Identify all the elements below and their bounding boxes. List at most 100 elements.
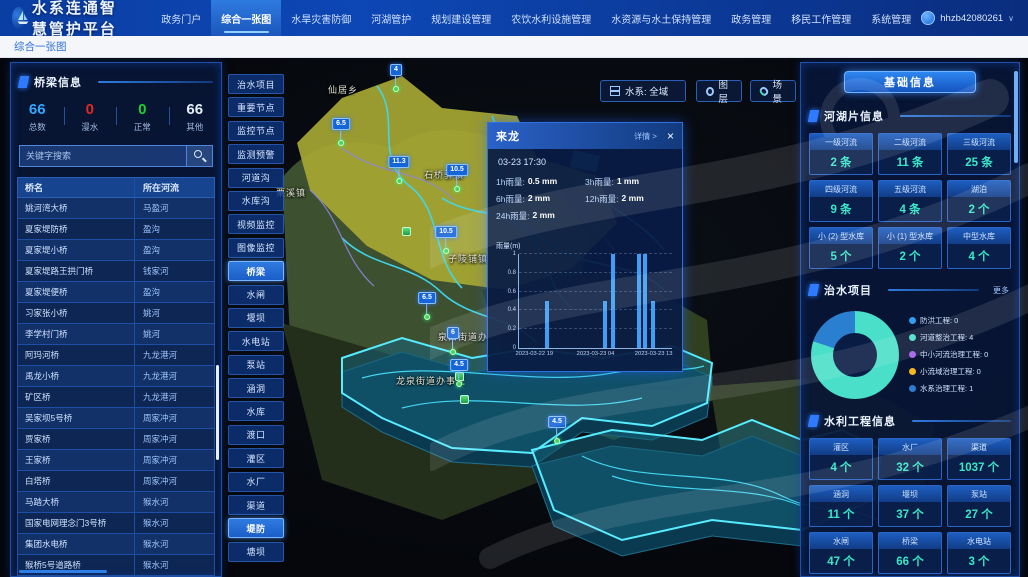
search-input[interactable]	[19, 145, 187, 167]
layer-item-灌区[interactable]: 灌区	[228, 448, 284, 468]
map-control-水系: 全域[interactable]: 水系: 全域	[600, 80, 686, 102]
table-row[interactable]: 禹龙小桥九龙港河	[17, 366, 215, 387]
river-card-四级河流[interactable]: 四级河流9 条	[809, 180, 873, 222]
layer-item-监控节点[interactable]: 监控节点	[228, 121, 284, 141]
layer-item-水闸[interactable]: 水闸	[228, 285, 284, 305]
map-control-图层[interactable]: 图层	[696, 80, 742, 102]
layer-item-重要节点[interactable]: 重要节点	[228, 97, 284, 117]
river-card-小 (1) 型水库[interactable]: 小 (1) 型水库2 个	[878, 227, 942, 269]
layer-item-水库沟[interactable]: 水库沟	[228, 191, 284, 211]
table-row[interactable]: 夏家堤路王拱门桥钱家河	[17, 261, 215, 282]
table-row[interactable]: 吴家坝5号桥周家冲河	[17, 408, 215, 429]
works-card-泵站[interactable]: 泵站27 个	[947, 485, 1011, 527]
river-card-湖泊[interactable]: 湖泊2 个	[947, 180, 1011, 222]
river-card-三级河流[interactable]: 三级河流25 条	[947, 133, 1011, 175]
layer-item-河道沟[interactable]: 河道沟	[228, 168, 284, 188]
search-button[interactable]	[187, 145, 213, 167]
river-card-五级河流[interactable]: 五级河流4 条	[878, 180, 942, 222]
layer-item-图像监控[interactable]: 图像监控	[228, 238, 284, 258]
layer-item-桥梁[interactable]: 桥梁	[228, 261, 284, 281]
nav-item-政务管理[interactable]: 政务管理	[721, 0, 781, 36]
popup-detail-link[interactable]: 详情 >	[634, 131, 657, 142]
layer-item-水厂[interactable]: 水厂	[228, 472, 284, 492]
water-level-marker[interactable]: 6.5	[418, 286, 436, 320]
table-row[interactable]: 夏家堤便桥盈沟	[17, 282, 215, 303]
layer-item-渡口[interactable]: 渡口	[228, 425, 284, 445]
table-row[interactable]: 夏家堤防桥盈沟	[17, 219, 215, 240]
nav-item-河湖管护[interactable]: 河湖管护	[361, 0, 421, 36]
nav-item-水资源与水土保持管理[interactable]: 水资源与水土保持管理	[601, 0, 721, 36]
card-label: 堰坝	[879, 486, 941, 502]
metric-label: 24h雨量:	[496, 210, 530, 222]
layer-item-堤防[interactable]: 堤防	[228, 518, 284, 538]
map-control-场景[interactable]: 场景	[750, 80, 796, 102]
panel-scrollbar[interactable]	[1014, 71, 1018, 163]
water-level-marker[interactable]: 4.5	[450, 353, 468, 387]
table-row[interactable]: 马踏大桥猴水河	[17, 492, 215, 513]
table-row[interactable]: 李学村门桥姚河	[17, 324, 215, 345]
water-level-marker[interactable]: 4	[390, 58, 402, 92]
table-row[interactable]: 贾家桥周家冲河	[17, 429, 215, 450]
basic-info-button[interactable]: 基础信息	[844, 71, 976, 93]
water-level-marker[interactable]: 6	[447, 321, 459, 355]
layer-item-涵洞[interactable]: 涵洞	[228, 378, 284, 398]
table-vertical-scrollbar[interactable]	[216, 365, 219, 460]
table-row[interactable]: 姚河湾大桥马盈河	[17, 198, 215, 219]
camera-icon[interactable]	[460, 395, 469, 404]
nav-item-系统管理[interactable]: 系统管理	[861, 0, 921, 36]
table-row[interactable]: 矿区桥九龙港河	[17, 387, 215, 408]
nav-item-规划建设管理[interactable]: 规划建设管理	[421, 0, 501, 36]
table-row[interactable]: 习家张小桥姚河	[17, 303, 215, 324]
table-row[interactable]: 夏家堤小桥盈沟	[17, 240, 215, 261]
river-card-中型水库[interactable]: 中型水库4 个	[947, 227, 1011, 269]
river-card-小 (2) 型水库[interactable]: 小 (2) 型水库5 个	[809, 227, 873, 269]
layer-item-治水项目[interactable]: 治水项目	[228, 74, 284, 94]
works-card-堰坝[interactable]: 堰坝37 个	[878, 485, 942, 527]
layer-item-渠道[interactable]: 渠道	[228, 495, 284, 515]
layer-item-泵站[interactable]: 泵站	[228, 355, 284, 375]
nav-item-水旱灾害防御[interactable]: 水旱灾害防御	[281, 0, 361, 36]
bridge-name-cell: 集团水电桥	[18, 534, 134, 554]
nav-item-农饮水利设施管理[interactable]: 农饮水利设施管理	[501, 0, 601, 36]
table-row[interactable]: 集团水电桥猴水河	[17, 534, 215, 555]
bridge-name-cell: 白塔桥	[18, 471, 134, 491]
river-card-一级河流[interactable]: 一级河流2 条	[809, 133, 873, 175]
bridge-name-cell: 国家电网理念门3号桥	[18, 513, 134, 533]
camera-icon[interactable]	[402, 227, 411, 236]
works-card-渠道[interactable]: 渠道1037 个	[947, 438, 1011, 480]
layer-item-堰坝[interactable]: 堰坝	[228, 308, 284, 328]
card-value: 9 条	[810, 197, 872, 221]
works-card-灌区[interactable]: 灌区4 个	[809, 438, 873, 480]
close-icon[interactable]: ×	[667, 130, 674, 142]
breadcrumb[interactable]: 综合一张图	[14, 39, 67, 54]
works-card-涵洞[interactable]: 涵洞11 个	[809, 485, 873, 527]
water-level-marker[interactable]: 10.5	[446, 158, 468, 192]
layer-item-塘坝[interactable]: 塘坝	[228, 542, 284, 562]
nav-item-政务门户[interactable]: 政务门户	[151, 0, 211, 36]
nav-item-移民工作管理[interactable]: 移民工作管理	[781, 0, 861, 36]
table-row[interactable]: 白塔桥周家冲河	[17, 471, 215, 492]
user-chip[interactable]: hhzb42080261 ∨	[921, 11, 1028, 25]
water-level-marker[interactable]: 4.5	[548, 410, 566, 444]
table-horizontal-scrollbar[interactable]	[19, 570, 107, 573]
works-card-桥梁[interactable]: 桥梁66 个	[878, 532, 942, 574]
nav-item-综合一张图[interactable]: 综合一张图	[211, 0, 281, 36]
table-row[interactable]: 王家桥周家冲河	[17, 450, 215, 471]
more-link[interactable]: 更多	[993, 285, 1009, 296]
table-row[interactable]: 国家电网理念门3号桥猴水河	[17, 513, 215, 534]
bridge-info-panel: 桥梁信息 66总数0漫水0正常66其他 桥名 所在河流 姚河湾大桥马盈河夏家堤防…	[10, 62, 222, 577]
layer-item-水电站[interactable]: 水电站	[228, 331, 284, 351]
works-card-水电站[interactable]: 水电站3 个	[947, 532, 1011, 574]
layer-item-视频监控[interactable]: 视频监控	[228, 214, 284, 234]
layer-item-监测预警[interactable]: 监测预警	[228, 144, 284, 164]
layer-item-水库[interactable]: 水库	[228, 401, 284, 421]
works-card-水厂[interactable]: 水厂32 个	[878, 438, 942, 480]
water-level-marker[interactable]: 10.5	[435, 220, 457, 254]
water-level-marker[interactable]: 6.5	[332, 112, 350, 146]
popup-header: 来龙 详情 > ×	[488, 123, 682, 149]
table-row[interactable]: 阿玛河桥九龙港河	[17, 345, 215, 366]
works-card-水闸[interactable]: 水闸47 个	[809, 532, 873, 574]
y-tick-label: 0.6	[508, 289, 519, 295]
water-level-marker[interactable]: 11.3	[388, 150, 409, 184]
river-card-二级河流[interactable]: 二级河流11 条	[878, 133, 942, 175]
